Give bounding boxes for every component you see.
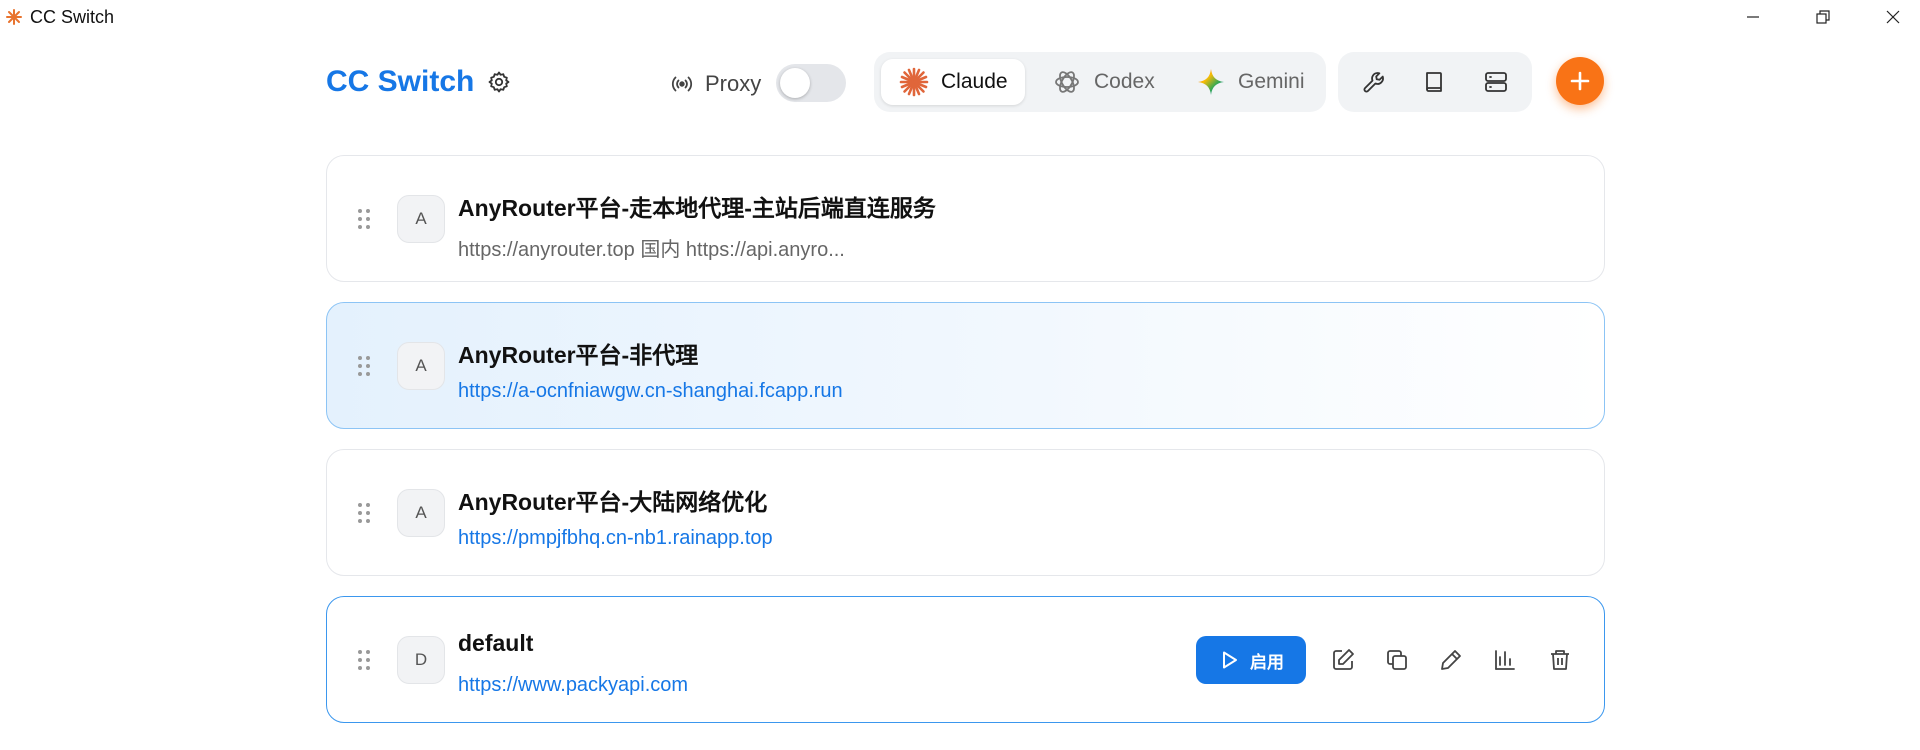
proxy-toggle[interactable]: [776, 64, 846, 102]
pen-icon: [1441, 650, 1461, 670]
tab-claude-label: Claude: [941, 70, 1008, 93]
prompts-button[interactable]: [1420, 68, 1448, 96]
server-icon: [1485, 72, 1507, 92]
wrench-icon: [1363, 72, 1384, 93]
provider-url[interactable]: https://www.packyapi.com: [458, 674, 688, 697]
delete-button[interactable]: [1547, 647, 1573, 673]
enable-button[interactable]: 启用: [1196, 636, 1306, 684]
book-icon: [1426, 72, 1442, 92]
tab-codex[interactable]: Codex: [1040, 59, 1170, 105]
provider-url[interactable]: https://a-ocnfniawgw.cn-shanghai.fcapp.r…: [458, 380, 843, 403]
provider-name: default: [458, 630, 534, 656]
window-titlebar: CC Switch: [0, 0, 1920, 34]
provider-avatar: D: [397, 636, 445, 684]
minimize-button[interactable]: [1723, 0, 1783, 34]
tab-codex-label: Codex: [1094, 70, 1155, 93]
app-logo-icon: [6, 9, 22, 25]
provider-card[interactable]: A AnyRouter平台-走本地代理-主站后端直连服务 https://any…: [326, 155, 1605, 282]
settings-gear-icon[interactable]: [487, 70, 511, 94]
app-tabs: Claude Codex Gemini: [874, 52, 1326, 112]
toggle-knob: [780, 68, 810, 98]
app-brand: CC Switch: [326, 65, 475, 98]
enable-label: 启用: [1250, 652, 1284, 672]
provider-name: AnyRouter平台-大陆网络优化: [458, 489, 768, 515]
restore-icon: [1816, 10, 1830, 24]
window-title: CC Switch: [30, 7, 115, 27]
tab-gemini-label: Gemini: [1238, 70, 1305, 93]
tab-claude[interactable]: Claude: [881, 59, 1025, 105]
usage-button[interactable]: [1492, 647, 1518, 673]
provider-card[interactable]: D default https://www.packyapi.com 启用: [326, 596, 1605, 723]
add-provider-button[interactable]: [1556, 57, 1604, 105]
edit-button[interactable]: [1330, 647, 1356, 673]
gemini-sparkle-icon: [1198, 69, 1224, 95]
tab-gemini[interactable]: Gemini: [1184, 59, 1324, 105]
provider-name: AnyRouter平台-走本地代理-主站后端直连服务: [458, 195, 936, 221]
trash-icon: [1551, 650, 1569, 670]
provider-card[interactable]: A AnyRouter平台-非代理 https://a-ocnfniawgw.c…: [326, 302, 1605, 429]
play-icon: [1223, 651, 1237, 669]
claude-starburst-icon: [899, 67, 929, 97]
bar-chart-icon: [1495, 650, 1515, 670]
copy-icon: [1387, 650, 1407, 670]
skills-button[interactable]: [1360, 68, 1388, 96]
drag-handle-icon[interactable]: [357, 208, 371, 230]
tool-group: [1338, 52, 1532, 112]
provider-avatar: A: [397, 195, 445, 243]
close-window-button[interactable]: [1863, 0, 1920, 34]
proxy-signal-icon: [671, 76, 693, 92]
provider-name: AnyRouter平台-非代理: [458, 342, 699, 368]
provider-url: https://anyrouter.top 国内 https://api.any…: [458, 239, 845, 261]
provider-card[interactable]: A AnyRouter平台-大陆网络优化 https://pmpjfbhq.cn…: [326, 449, 1605, 576]
test-button[interactable]: [1438, 647, 1464, 673]
close-icon: [1886, 10, 1900, 24]
proxy-label: Proxy: [705, 71, 762, 96]
mcp-servers-button[interactable]: [1482, 68, 1510, 96]
restore-button[interactable]: [1793, 0, 1853, 34]
provider-avatar: A: [397, 342, 445, 390]
plus-icon: [1570, 71, 1590, 91]
provider-url[interactable]: https://pmpjfbhq.cn-nb1.rainapp.top: [458, 527, 773, 550]
minimize-icon: [1747, 16, 1759, 18]
edit-icon: [1333, 649, 1354, 670]
drag-handle-icon[interactable]: [357, 502, 371, 524]
duplicate-button[interactable]: [1384, 647, 1410, 673]
openai-icon: [1055, 71, 1079, 93]
drag-handle-icon[interactable]: [357, 355, 371, 377]
provider-avatar: A: [397, 489, 445, 537]
drag-handle-icon[interactable]: [357, 649, 371, 671]
